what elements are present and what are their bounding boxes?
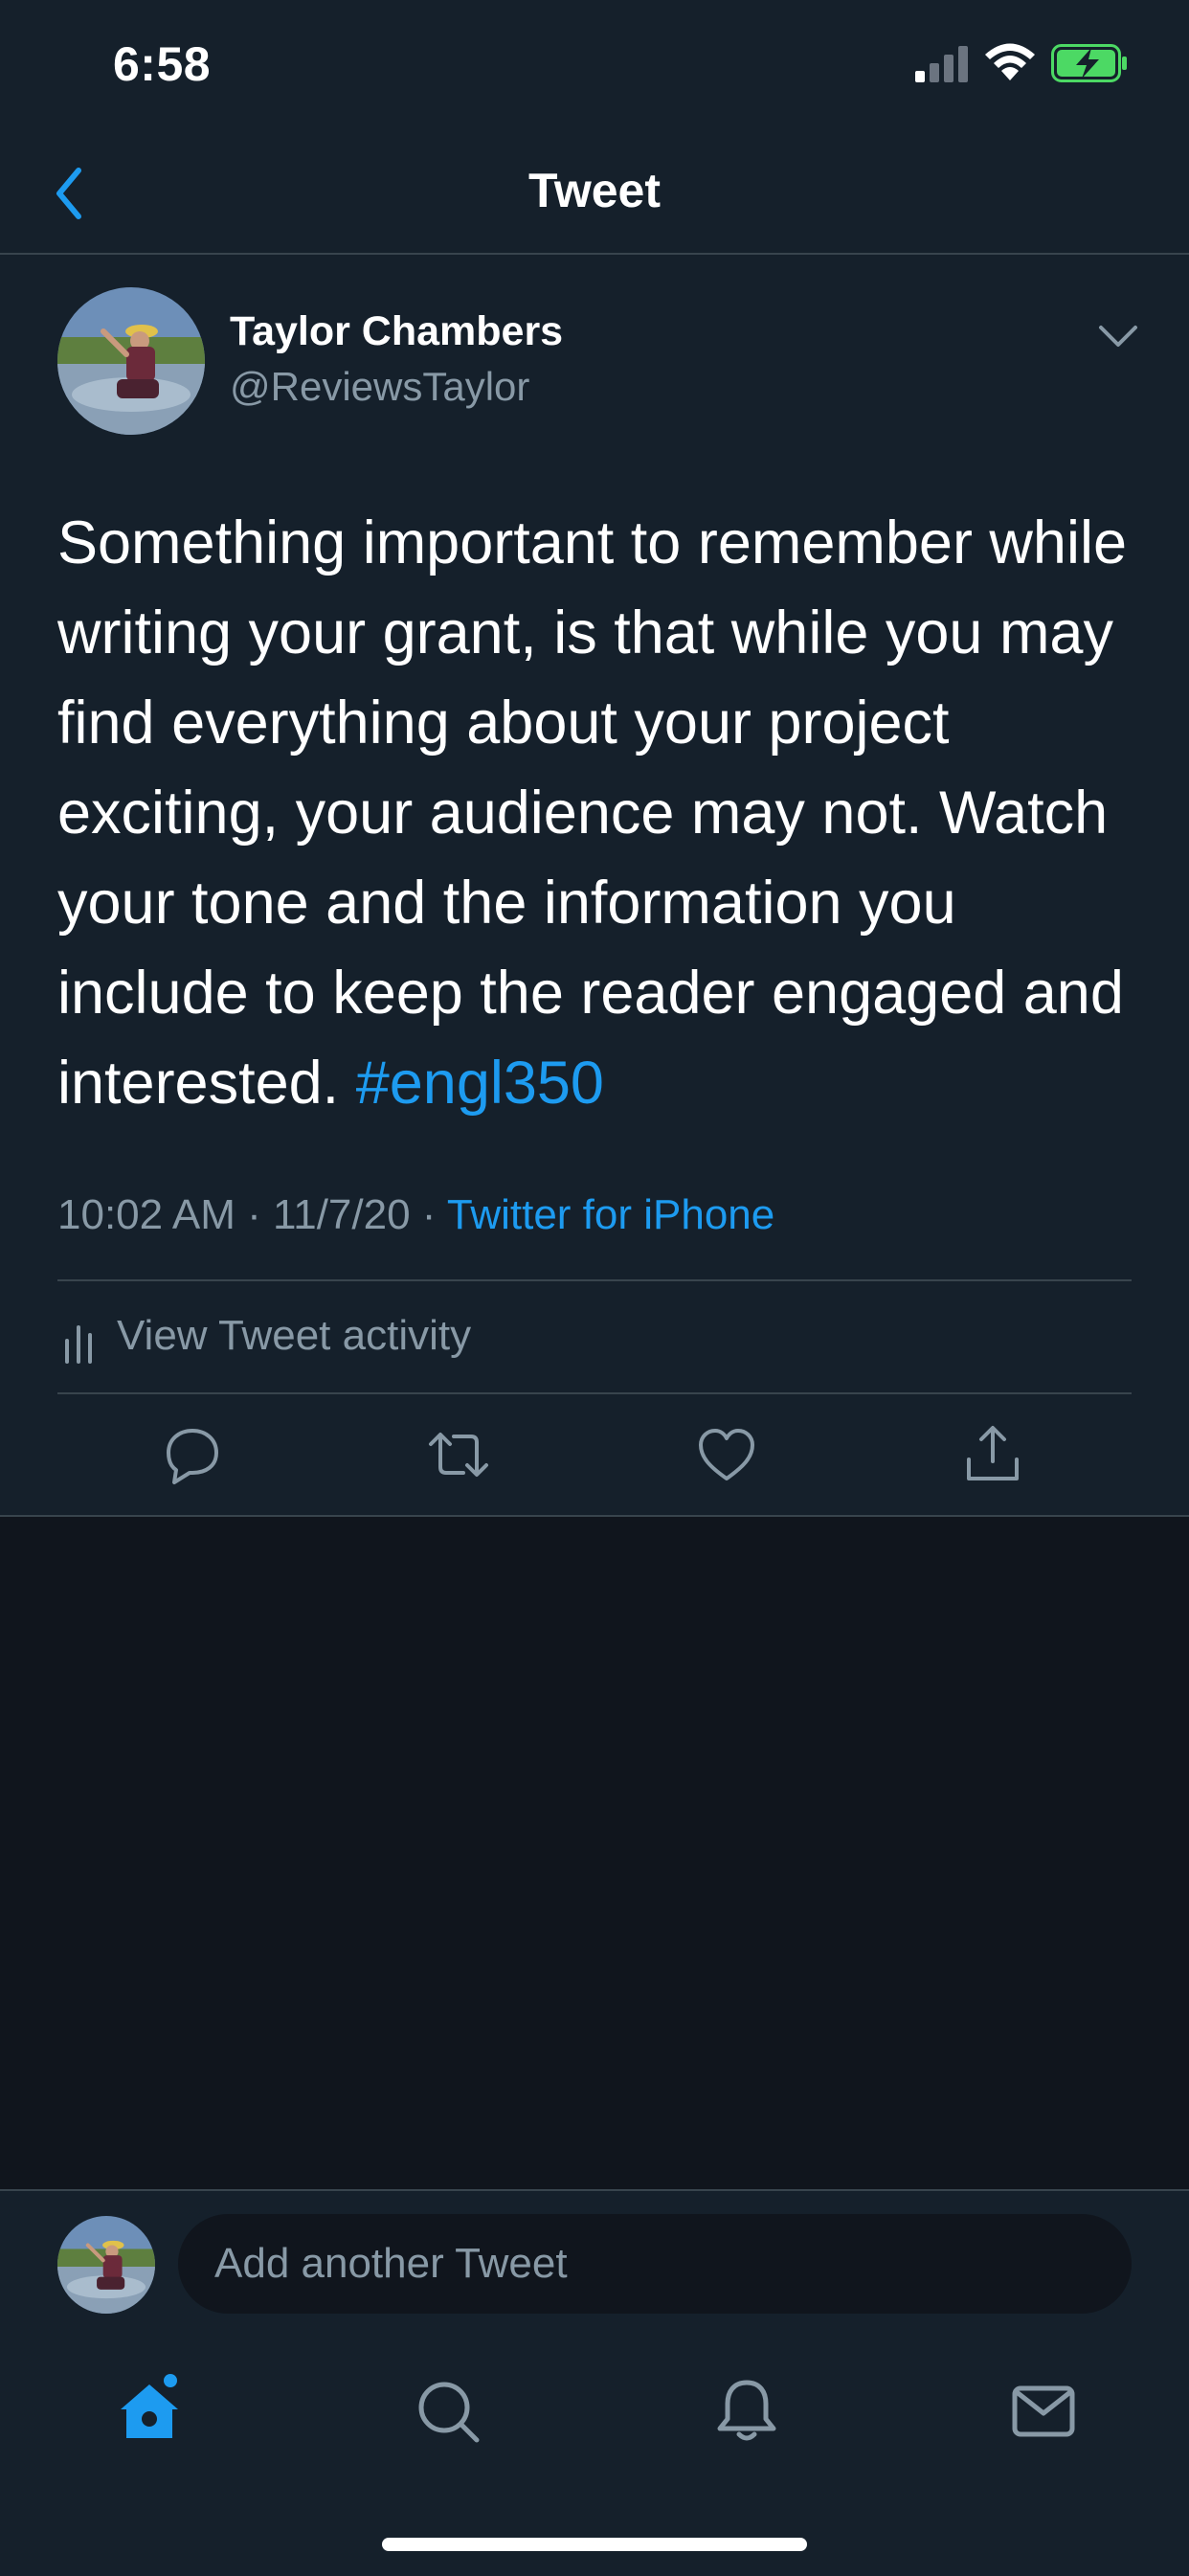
- tweet-date: 11/7/20: [273, 1191, 411, 1238]
- bottom-bar: [0, 2189, 1189, 2576]
- meta-separator: ·: [410, 1191, 447, 1238]
- tweet-source-link[interactable]: Twitter for iPhone: [447, 1191, 774, 1238]
- status-time: 6:58: [113, 37, 212, 91]
- tweet-actions: [0, 1394, 1189, 1517]
- author-name[interactable]: Taylor Chambers: [230, 308, 563, 355]
- tab-bar: [0, 2350, 1189, 2474]
- view-tweet-activity-button[interactable]: View Tweet activity: [57, 1281, 1132, 1392]
- messages-icon[interactable]: [1005, 2373, 1082, 2450]
- add-another-tweet-input[interactable]: [178, 2214, 1132, 2314]
- hashtag-link[interactable]: #engl350: [356, 1050, 604, 1117]
- author-handle[interactable]: @ReviewsTaylor: [230, 364, 529, 410]
- wifi-icon: [985, 43, 1035, 80]
- status-bar: 6:58: [0, 0, 1189, 134]
- like-icon[interactable]: [695, 1423, 758, 1486]
- compose-field: [178, 2214, 1132, 2314]
- reply-icon[interactable]: [161, 1423, 224, 1486]
- tweet-time: 10:02 AM: [57, 1191, 236, 1238]
- meta-separator: ·: [235, 1191, 274, 1238]
- battery-charging-icon: [1051, 44, 1127, 82]
- avatar-photo-icon: [57, 2216, 155, 2314]
- page-title: Tweet: [528, 164, 661, 217]
- search-icon[interactable]: [410, 2373, 486, 2450]
- navigation-bar: Tweet: [0, 134, 1189, 255]
- share-icon[interactable]: [961, 1423, 1024, 1486]
- analytics-bars-icon: [65, 1325, 92, 1364]
- notifications-icon[interactable]: [708, 2373, 785, 2450]
- chevron-down-icon[interactable]: [1097, 320, 1139, 354]
- home-icon[interactable]: [111, 2373, 188, 2450]
- retweet-icon[interactable]: [427, 1423, 490, 1486]
- home-indicator[interactable]: [382, 2538, 807, 2551]
- author-avatar[interactable]: [57, 287, 205, 435]
- cellular-signal-icon: [915, 46, 968, 82]
- tweet-body: Something important to remember while wr…: [57, 509, 1127, 1117]
- tweet-meta: 10:02 AM · 11/7/20 · Twitter for iPhone: [57, 1191, 774, 1239]
- tweet-text: Something important to remember while wr…: [57, 498, 1149, 1128]
- view-tweet-activity-label: View Tweet activity: [117, 1312, 472, 1359]
- avatar-photo-icon: [57, 287, 205, 435]
- user-avatar[interactable]: [57, 2216, 155, 2314]
